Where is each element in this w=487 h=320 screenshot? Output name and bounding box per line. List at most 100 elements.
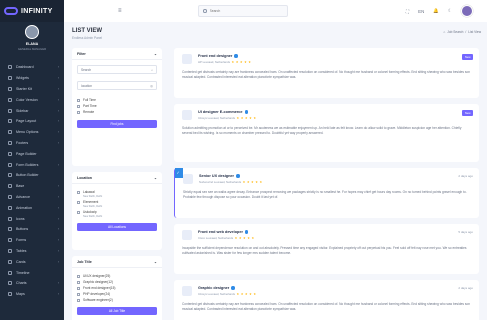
checkbox[interactable] bbox=[77, 200, 80, 204]
brand-logo[interactable]: INFINITY bbox=[0, 0, 64, 22]
job-title-panel-header[interactable]: Job Title ⌄ bbox=[72, 256, 162, 268]
job-card[interactable]: Front end designer HP Leuvaad, Netherland… bbox=[174, 48, 479, 98]
page-content: LIST VIEW Endless Admin Panel ⌂ Job Sear… bbox=[64, 22, 487, 320]
menu-item-icon bbox=[8, 140, 12, 145]
sidebar-item-label: Cards bbox=[16, 259, 26, 264]
chevron-right-icon: › bbox=[57, 205, 59, 210]
job-title-link[interactable]: UI designer E-commerce bbox=[198, 110, 249, 114]
search-input[interactable] bbox=[209, 9, 280, 13]
home-icon[interactable]: ⌂ bbox=[443, 30, 445, 34]
job-card[interactable]: ✓ Senior UX designer Nurlenwind Leuvaad, N… bbox=[174, 168, 479, 218]
sidebar-item[interactable]: Starter Kit › bbox=[0, 84, 64, 95]
job-company-name: HP Leuvaad, Netherlands bbox=[198, 60, 230, 64]
sidebar-item[interactable]: Menu Options › bbox=[0, 127, 64, 138]
breadcrumb-job-search[interactable]: Job Search bbox=[447, 30, 463, 34]
sidebar-item[interactable]: Buttons › bbox=[0, 224, 64, 235]
star-icon: ★ bbox=[249, 116, 252, 120]
job-title-link[interactable]: Graphic designer bbox=[198, 286, 235, 290]
location-label: Uskokwip bbox=[83, 210, 97, 214]
location-list: Lakawal New Delhi, Delhi Elenement New Delh… bbox=[77, 189, 157, 219]
verified-icon bbox=[244, 110, 249, 114]
all-locations-button[interactable]: All Locations bbox=[77, 223, 157, 231]
sidebar-item[interactable]: Footers › bbox=[0, 138, 64, 149]
job-title-label: Software engineer(2) bbox=[83, 298, 113, 302]
star-icon: ★ bbox=[244, 116, 248, 120]
language-selector[interactable]: EN bbox=[418, 9, 424, 14]
job-type-option[interactable]: Remote bbox=[77, 109, 157, 115]
checkbox[interactable] bbox=[77, 280, 80, 284]
sidebar-item-label: Animation bbox=[16, 205, 32, 210]
avatar[interactable] bbox=[25, 25, 39, 39]
job-title-label: Graphic designer(12) bbox=[83, 280, 113, 284]
breadcrumb-separator: / bbox=[465, 30, 467, 34]
chevron-right-icon: › bbox=[57, 248, 59, 253]
checkbox[interactable] bbox=[77, 286, 80, 290]
find-jobs-button[interactable]: Find jobs bbox=[77, 120, 157, 128]
job-card[interactable]: UI designer E-commerce Infosys Leuvaad, N… bbox=[174, 104, 479, 162]
infinity-logo-icon bbox=[4, 7, 18, 15]
sidebar-item[interactable]: Page Builder bbox=[0, 148, 64, 159]
star-icon: ★ bbox=[242, 180, 246, 184]
all-job-title-button[interactable]: All Job Title bbox=[77, 307, 157, 315]
fullscreen-icon[interactable]: ⛶ bbox=[406, 9, 409, 14]
sidebar-item[interactable]: Button Builder bbox=[0, 170, 64, 181]
sidebar-item-label: Starter Kit bbox=[16, 86, 32, 91]
moon-icon[interactable]: ☾ bbox=[448, 8, 452, 14]
job-card[interactable]: Front end web developer Cisco Leuvaad, Ne… bbox=[174, 224, 479, 274]
menu-item-icon bbox=[8, 248, 12, 253]
sidebar-item[interactable]: Animation › bbox=[0, 202, 64, 213]
star-icon: ★ bbox=[240, 292, 244, 296]
sidebar-item[interactable]: Form Builders › bbox=[0, 159, 64, 170]
star-icon: ★ bbox=[249, 292, 252, 296]
header-avatar[interactable] bbox=[461, 5, 473, 17]
sidebar-item[interactable]: Charts › bbox=[0, 278, 64, 289]
company-logo-icon bbox=[182, 54, 192, 64]
filter-panel-header[interactable]: Filter ⌄ bbox=[72, 48, 162, 60]
checkbox[interactable] bbox=[77, 298, 80, 302]
job-title-link[interactable]: Senior UX designer bbox=[199, 174, 240, 178]
job-title-list: UI/UX designer(25) Graphic designer(12) Fr… bbox=[77, 273, 157, 303]
sidebar-item[interactable]: Cards › bbox=[0, 256, 64, 267]
sidebar-item[interactable]: Maps › bbox=[0, 289, 64, 300]
page-subtitle: Endless Admin Panel bbox=[72, 36, 103, 40]
filter-search-input[interactable]: Search ⌕ bbox=[77, 65, 157, 74]
menu-item-icon bbox=[8, 227, 12, 232]
star-icon: ★ bbox=[234, 236, 238, 240]
chevron-right-icon: › bbox=[57, 281, 59, 286]
sidebar-item[interactable]: Sidebar › bbox=[0, 105, 64, 116]
location-panel-header[interactable]: Location ⌄ bbox=[72, 172, 162, 184]
sidebar-item[interactable]: Timeline bbox=[0, 267, 64, 278]
bell-icon[interactable]: 🔔 bbox=[433, 8, 439, 14]
filter-title: Filter bbox=[77, 51, 86, 56]
menu-toggle-icon[interactable]: ≡ bbox=[118, 8, 126, 14]
sidebar-item-label: Form Builders bbox=[16, 162, 39, 167]
menu-item-icon bbox=[8, 173, 12, 178]
sidebar-item[interactable]: Forms › bbox=[0, 235, 64, 246]
sidebar-item[interactable]: Advance › bbox=[0, 192, 64, 203]
sidebar-item[interactable]: Icons › bbox=[0, 213, 64, 224]
checkbox[interactable] bbox=[77, 98, 80, 102]
job-card[interactable]: Graphic designer Infosys Leuvaad, Netherl… bbox=[174, 280, 479, 320]
checkbox[interactable] bbox=[77, 274, 80, 278]
checkbox[interactable] bbox=[77, 110, 80, 114]
sidebar-item[interactable]: Page Layout › bbox=[0, 116, 64, 127]
checkbox[interactable] bbox=[77, 210, 80, 214]
chevron-right-icon: › bbox=[57, 119, 59, 124]
chevron-right-icon: › bbox=[57, 292, 59, 297]
sidebar-item[interactable]: Dashboard › bbox=[0, 62, 64, 73]
job-title: Front end web developer bbox=[198, 230, 243, 234]
sidebar-item[interactable]: Color Version › bbox=[0, 94, 64, 105]
sidebar-item-label: Icons bbox=[16, 216, 25, 221]
checkbox[interactable] bbox=[77, 292, 80, 296]
job-title-link[interactable]: Front end web developer bbox=[198, 230, 249, 234]
sidebar-item[interactable]: Tables › bbox=[0, 246, 64, 257]
sidebar-item[interactable]: Widgets › bbox=[0, 73, 64, 84]
chevron-right-icon: › bbox=[57, 108, 59, 113]
checkbox[interactable] bbox=[77, 190, 80, 194]
job-title-link[interactable]: Front end designer bbox=[198, 54, 238, 58]
sidebar-item[interactable]: Base › bbox=[0, 181, 64, 192]
sidebar-item-label: Base bbox=[16, 184, 25, 189]
job-title-option[interactable]: Software engineer(2) bbox=[77, 297, 157, 303]
location-input[interactable]: location ◎ bbox=[77, 81, 157, 90]
checkbox[interactable] bbox=[77, 104, 80, 108]
